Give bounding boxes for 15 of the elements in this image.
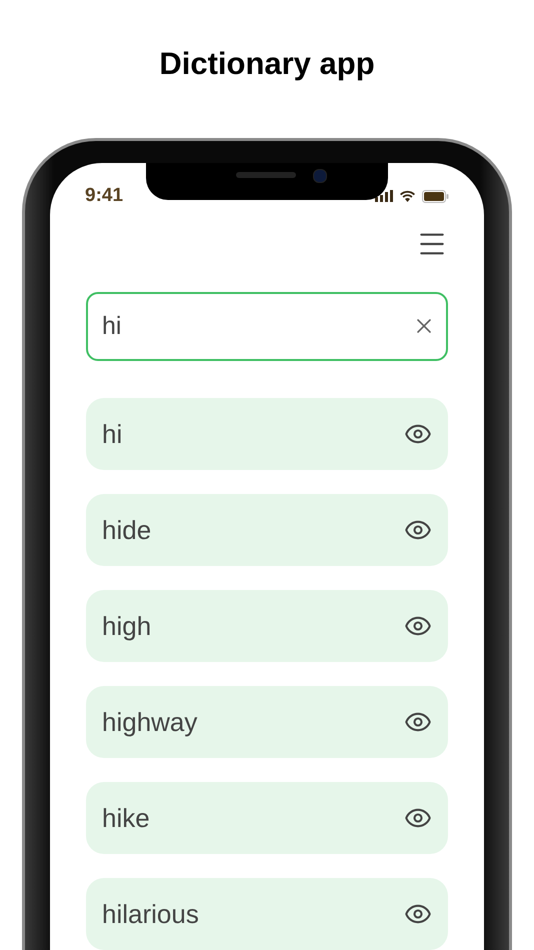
result-item[interactable]: highway (86, 686, 448, 758)
result-item[interactable]: hike (86, 782, 448, 854)
search-field[interactable]: hi (86, 292, 448, 361)
result-item[interactable]: hilarious (86, 878, 448, 950)
result-word: hike (102, 802, 150, 834)
result-word: high (102, 610, 152, 642)
status-time: 9:41 (85, 185, 124, 207)
result-item[interactable]: hide (86, 494, 448, 566)
result-word: hi (102, 418, 122, 450)
result-word: hilarious (102, 898, 199, 930)
app-title: Dictionary app (159, 45, 375, 83)
result-word: hide (102, 514, 152, 546)
result-item[interactable]: hi (86, 398, 448, 470)
result-item[interactable]: high (86, 590, 448, 662)
result-word: highway (102, 706, 198, 738)
